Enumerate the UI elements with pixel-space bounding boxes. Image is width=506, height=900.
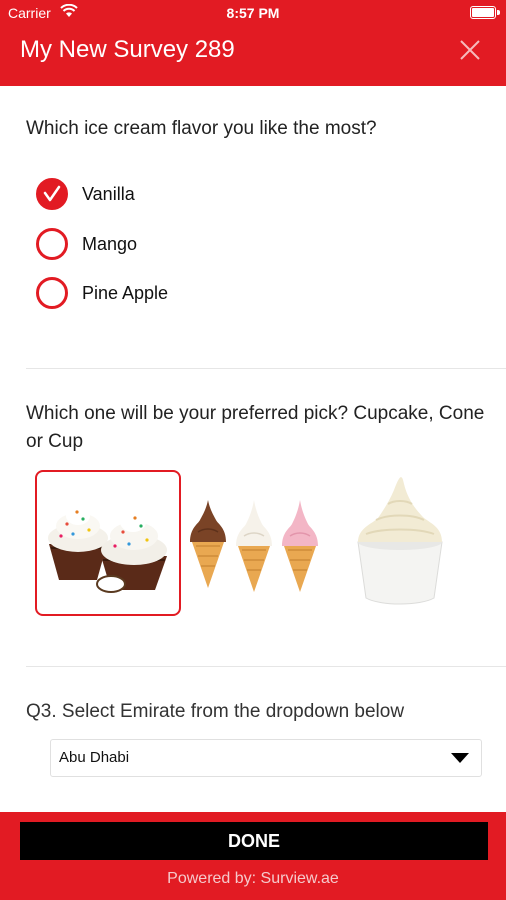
radio-unchecked[interactable] <box>36 228 68 260</box>
question-3-text: Q3. Select Emirate from the dropdown bel… <box>26 701 405 722</box>
choice-cup[interactable] <box>350 470 450 616</box>
divider <box>26 368 506 369</box>
caret-down-icon <box>451 753 469 763</box>
option-vanilla[interactable]: Vanilla <box>36 178 336 212</box>
status-bar: Carrier 8:57 PM <box>0 0 506 26</box>
close-button[interactable] <box>458 38 482 62</box>
close-icon <box>460 40 480 60</box>
battery-icon <box>470 6 500 19</box>
cup-image <box>357 477 443 605</box>
done-button[interactable]: DONE <box>20 822 488 860</box>
question-1-text: Which ice cream flavor you like the most… <box>26 118 377 139</box>
radio-unchecked[interactable] <box>36 277 68 309</box>
radio-checked[interactable] <box>36 178 68 210</box>
clock: 8:57 PM <box>226 5 280 21</box>
option-mango[interactable]: Mango <box>36 228 336 262</box>
divider <box>26 666 506 667</box>
option-label: Pine Apple <box>82 283 169 303</box>
cone-image <box>190 500 318 592</box>
choice-cone[interactable] <box>186 470 326 616</box>
choice-cupcake[interactable] <box>35 470 181 616</box>
powered-by-text: Powered by: Surview.ae <box>167 870 339 887</box>
option-pine-apple[interactable]: Pine Apple <box>36 277 336 311</box>
option-label: Mango <box>82 234 138 254</box>
footer-bar: DONE Powered by: Surview.ae <box>0 812 506 900</box>
option-label: Vanilla <box>82 184 135 204</box>
dropdown-value: Abu Dhabi <box>59 749 130 766</box>
question-2-text: Which one will be your preferred pick? C… <box>26 403 485 452</box>
header-bar: Carrier 8:57 PM My New Survey 289 <box>0 0 506 86</box>
survey-title: My New Survey 289 <box>20 36 235 63</box>
cupcake-image <box>48 507 167 593</box>
checkmark-icon <box>43 185 61 202</box>
emirate-dropdown[interactable]: Abu Dhabi <box>50 739 482 777</box>
